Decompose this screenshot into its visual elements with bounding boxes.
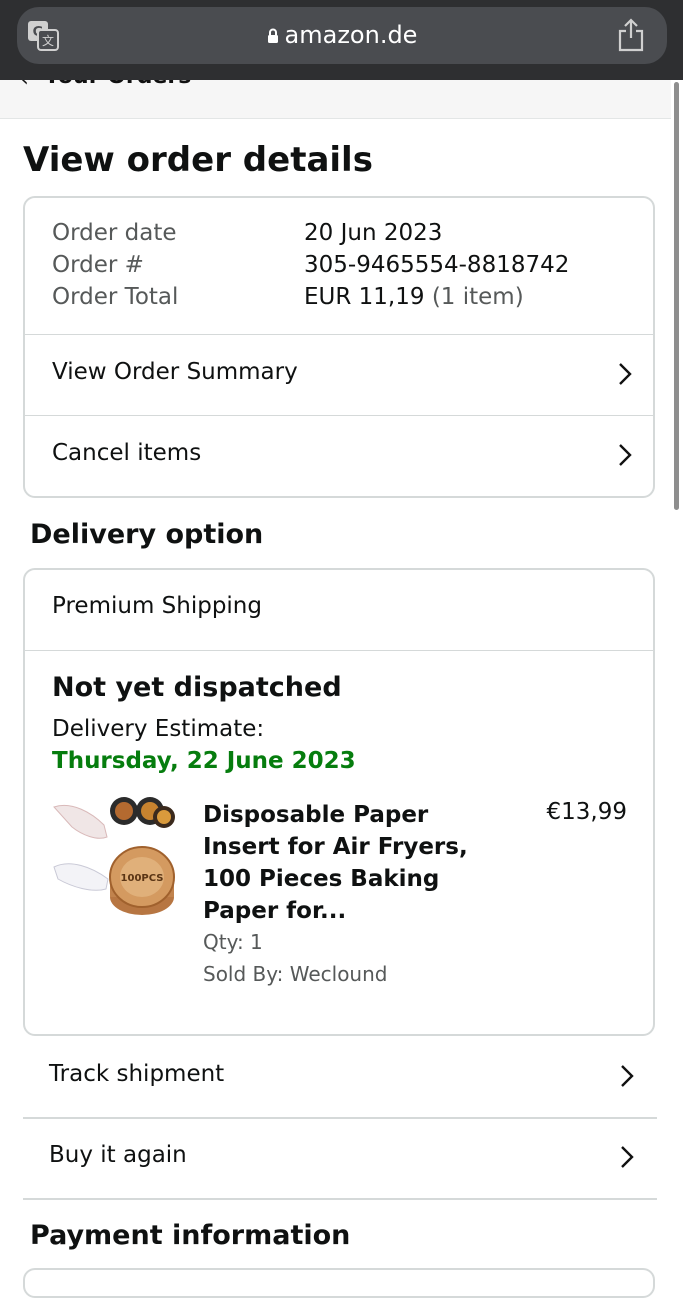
- view-order-summary-label: View Order Summary: [52, 359, 298, 385]
- delivery-estimate-date: Thursday, 22 June 2023: [52, 748, 356, 774]
- divider: [25, 650, 653, 651]
- payment-card: [23, 1268, 655, 1298]
- order-total-amount: EUR 11,19: [304, 284, 425, 310]
- divider: [23, 1198, 657, 1200]
- cancel-items-link[interactable]: Cancel items: [25, 416, 653, 496]
- order-number-value: 305-9465554-8818742: [304, 252, 570, 278]
- order-date-value: 20 Jun 2023: [304, 220, 443, 246]
- order-date-label: Order date: [52, 220, 177, 246]
- shipment-status: Not yet dispatched: [52, 672, 342, 703]
- order-total-label: Order Total: [52, 284, 179, 310]
- back-to-orders-link[interactable]: ‹ Your Orders: [0, 80, 671, 119]
- buy-it-again-label: Buy it again: [49, 1142, 187, 1168]
- shipping-method: Premium Shipping: [52, 593, 262, 619]
- product-quantity: Qty: 1: [203, 930, 263, 954]
- product-image-text: 100PCS: [121, 873, 164, 884]
- order-number-label: Order #: [52, 252, 144, 278]
- track-shipment-button[interactable]: Track shipment: [23, 1037, 657, 1117]
- product-seller: Sold By: Weclound: [203, 962, 388, 986]
- order-info-card: Order date 20 Jun 2023 Order # 305-94655…: [23, 196, 655, 498]
- cancel-items-label: Cancel items: [52, 440, 202, 466]
- chevron-left-icon: ‹: [20, 80, 29, 92]
- address-bar[interactable]: G 文 amazon.de: [17, 7, 667, 64]
- url-text[interactable]: amazon.de: [17, 21, 667, 49]
- order-item-count: (1 item): [431, 284, 524, 310]
- lock-icon: [267, 28, 278, 43]
- payment-section-title: Payment information: [30, 1220, 351, 1251]
- share-icon[interactable]: [617, 18, 645, 52]
- track-shipment-label: Track shipment: [49, 1061, 225, 1087]
- back-label: Your Orders: [44, 80, 191, 89]
- delivery-section-title: Delivery option: [30, 519, 264, 550]
- chevron-right-icon: [621, 1146, 634, 1168]
- browser-top-bar: G 文 amazon.de: [0, 0, 683, 80]
- view-order-summary-link[interactable]: View Order Summary: [25, 335, 653, 415]
- order-total-value: EUR 11,19 (1 item): [304, 284, 524, 310]
- delivery-card: Premium Shipping Not yet dispatched Deli…: [23, 568, 655, 1036]
- chevron-right-icon: [619, 363, 632, 385]
- delivery-estimate-label: Delivery Estimate:: [52, 716, 265, 742]
- scrollbar[interactable]: [674, 82, 679, 510]
- page-title: View order details: [23, 140, 373, 180]
- product-title-link[interactable]: Disposable Paper Insert for Air Fryers, …: [203, 799, 503, 927]
- product-image[interactable]: 100PCS: [52, 797, 176, 921]
- product-price: €13,99: [546, 799, 627, 825]
- url-label: amazon.de: [284, 21, 418, 49]
- chevron-right-icon: [619, 444, 632, 466]
- buy-it-again-button[interactable]: Buy it again: [23, 1118, 657, 1198]
- chevron-right-icon: [621, 1065, 634, 1087]
